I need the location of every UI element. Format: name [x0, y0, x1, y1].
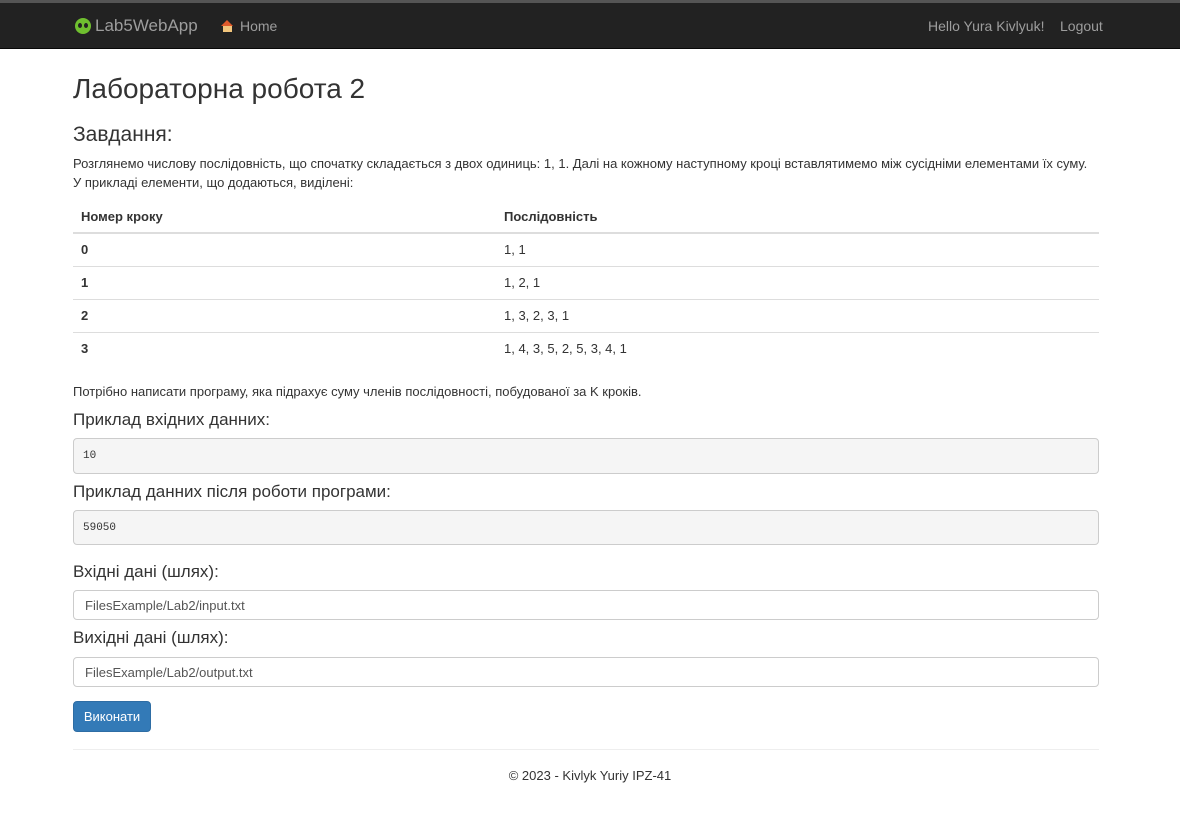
- sequence-cell: 1, 3, 2, 3, 1: [496, 298, 1099, 332]
- sequence-cell: 1, 1: [496, 232, 1099, 266]
- footer-divider: [73, 749, 1099, 750]
- example-output-label: Приклад данних після роботи програми:: [73, 482, 391, 501]
- brand-label: Lab5WebApp: [95, 16, 198, 35]
- example-input-label: Приклад вхідних данних:: [73, 410, 271, 429]
- table-header-row: Номер кроку Послідовність: [73, 200, 1099, 234]
- step-number-cell: 3: [73, 331, 496, 365]
- column-header-step: Номер кроку: [73, 200, 496, 234]
- table-row: 2 1, 3, 2, 3, 1: [73, 298, 1099, 332]
- table-row: 0 1, 1: [73, 232, 1099, 266]
- task-heading: Завдання:: [73, 123, 173, 146]
- table-row: 3 1, 4, 3, 5, 2, 5, 3, 4, 1: [73, 331, 1099, 365]
- user-greeting-link[interactable]: Hello Yura Kivlyuk!: [928, 18, 1044, 34]
- house-icon: [221, 20, 234, 32]
- output-path-field[interactable]: [73, 657, 1099, 687]
- column-header-sequence: Послідовність: [496, 200, 1099, 234]
- step-number-cell: 1: [73, 265, 496, 299]
- brand-link[interactable]: Lab5WebApp: [75, 16, 198, 36]
- logout-link[interactable]: Logout: [1060, 18, 1103, 34]
- output-path-label: Вихідні дані (шлях):: [73, 628, 229, 647]
- example-input-block: 10: [73, 438, 1099, 474]
- task-description: Розглянемо числову послідовність, що спо…: [73, 156, 1088, 190]
- input-path-label: Вхідні дані (шлях):: [73, 562, 219, 581]
- page-title: Лабораторна робота 2: [73, 73, 366, 104]
- sequence-cell: 1, 2, 1: [496, 265, 1099, 299]
- steps-table: Номер кроку Послідовність 0 1, 1 1 1, 2,…: [73, 200, 1099, 365]
- footer-copyright: © 2023 - Kivlyk Yuriy IPZ-41: [508, 768, 672, 783]
- navbar: Lab5WebApp Home Hello Yura Kivlyuk! Logo…: [0, 0, 1180, 49]
- example-output-block: 59050: [73, 510, 1099, 545]
- run-button[interactable]: Виконати: [73, 701, 151, 732]
- requirement-text: Потрібно написати програму, яка підрахує…: [73, 384, 642, 399]
- nav-home-label: Home: [240, 18, 278, 34]
- alien-logo-icon: [75, 18, 91, 34]
- step-number-cell: 2: [73, 298, 496, 332]
- sequence-cell: 1, 4, 3, 5, 2, 5, 3, 4, 1: [496, 331, 1099, 365]
- input-path-field[interactable]: [73, 590, 1099, 620]
- nav-home-link[interactable]: Home: [221, 18, 277, 34]
- table-row: 1 1, 2, 1: [73, 265, 1099, 299]
- step-number-cell: 0: [73, 232, 496, 266]
